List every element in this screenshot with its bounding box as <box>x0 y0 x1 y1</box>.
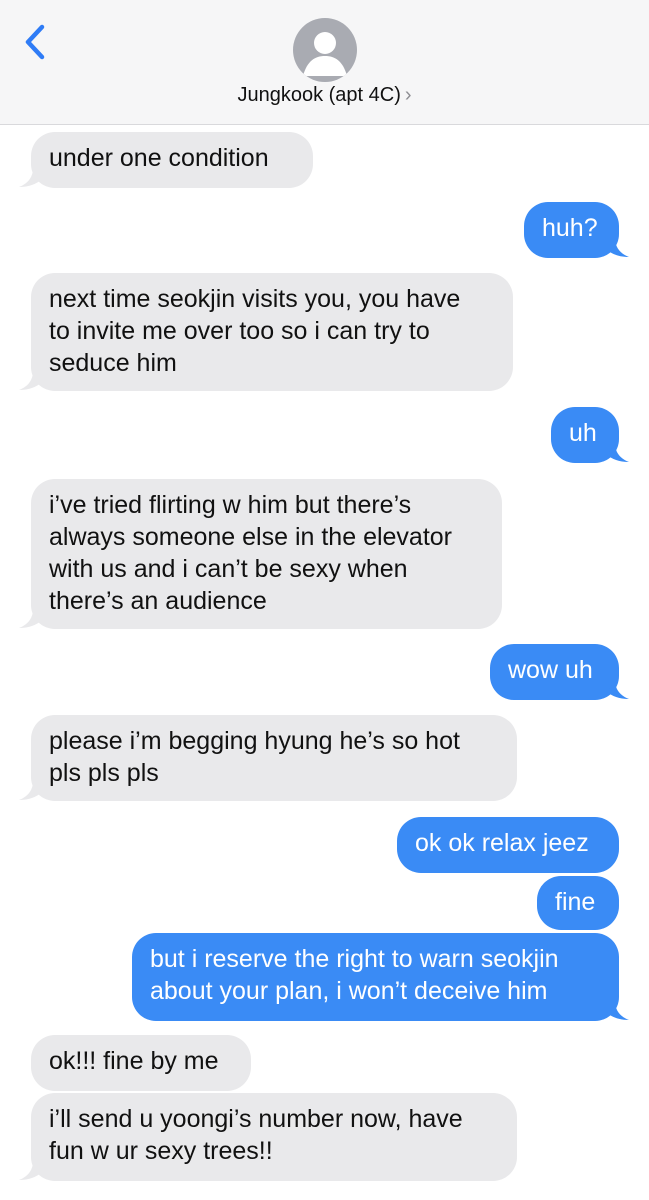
message-line: please i’m begging hyung he’s so hot <box>49 727 460 755</box>
message-line: fine <box>555 888 596 916</box>
message-line: next time seokjin visits you, you have <box>49 285 461 313</box>
message-bubble-incoming[interactable]: next time seokjin visits you, you have t… <box>31 273 513 391</box>
message-line: i’ve tried flirting w him but there’s <box>49 491 412 519</box>
message-bubble-outgoing[interactable]: huh? <box>524 202 619 258</box>
bubble-tail <box>19 371 41 390</box>
message-line: ok ok relax jeez <box>415 829 589 857</box>
bubble-tail <box>607 1001 629 1020</box>
message-line: about your plan, i won’t deceive him <box>150 977 548 1005</box>
message-line: with us and i can’t be sexy when <box>49 555 408 583</box>
message-line: ok!!! fine by me <box>49 1047 219 1075</box>
bubble-tail <box>19 168 41 187</box>
bubble-tail <box>19 609 41 628</box>
message-bubble-outgoing[interactable]: fine <box>537 876 619 930</box>
message-bubble-outgoing[interactable]: but i reserve the right to warn seokjin … <box>132 933 619 1021</box>
message-thread: under one condition huh? next time seokj… <box>0 0 649 1200</box>
message-line: there’s an audience <box>49 587 267 615</box>
message-line: fun w ur sexy trees!! <box>49 1137 273 1165</box>
message-line: pls pls pls <box>49 759 159 787</box>
message-bubble-incoming[interactable]: i’ll send u yoongi’s number now, have fu… <box>31 1093 517 1181</box>
message-bubble-outgoing[interactable]: wow uh <box>490 644 619 700</box>
message-line: i’ll send u yoongi’s number now, have <box>49 1105 463 1133</box>
bubble-tail <box>607 680 629 699</box>
message-line: under one condition <box>49 144 269 172</box>
bubble-tail <box>19 781 41 800</box>
bubble-tail <box>607 238 629 257</box>
message-line: huh? <box>542 214 598 242</box>
message-bubble-incoming[interactable]: under one condition <box>31 132 313 188</box>
message-bubble-outgoing[interactable]: ok ok relax jeez <box>397 817 619 873</box>
message-line: to invite me over too so i can try to <box>49 317 430 345</box>
message-line: seduce him <box>49 349 177 377</box>
message-bubble-incoming[interactable]: ok!!! fine by me <box>31 1035 251 1091</box>
message-line: but i reserve the right to warn seokjin <box>150 945 559 973</box>
message-line: wow uh <box>508 656 593 684</box>
message-bubble-incoming[interactable]: i’ve tried flirting w him but there’s al… <box>31 479 502 629</box>
message-line: always someone else in the elevator <box>49 523 453 551</box>
bubble-tail <box>607 443 629 462</box>
message-bubble-incoming[interactable]: please i’m begging hyung he’s so hot pls… <box>31 715 517 801</box>
bubble-tail <box>19 1161 41 1180</box>
message-line: uh <box>569 419 597 447</box>
